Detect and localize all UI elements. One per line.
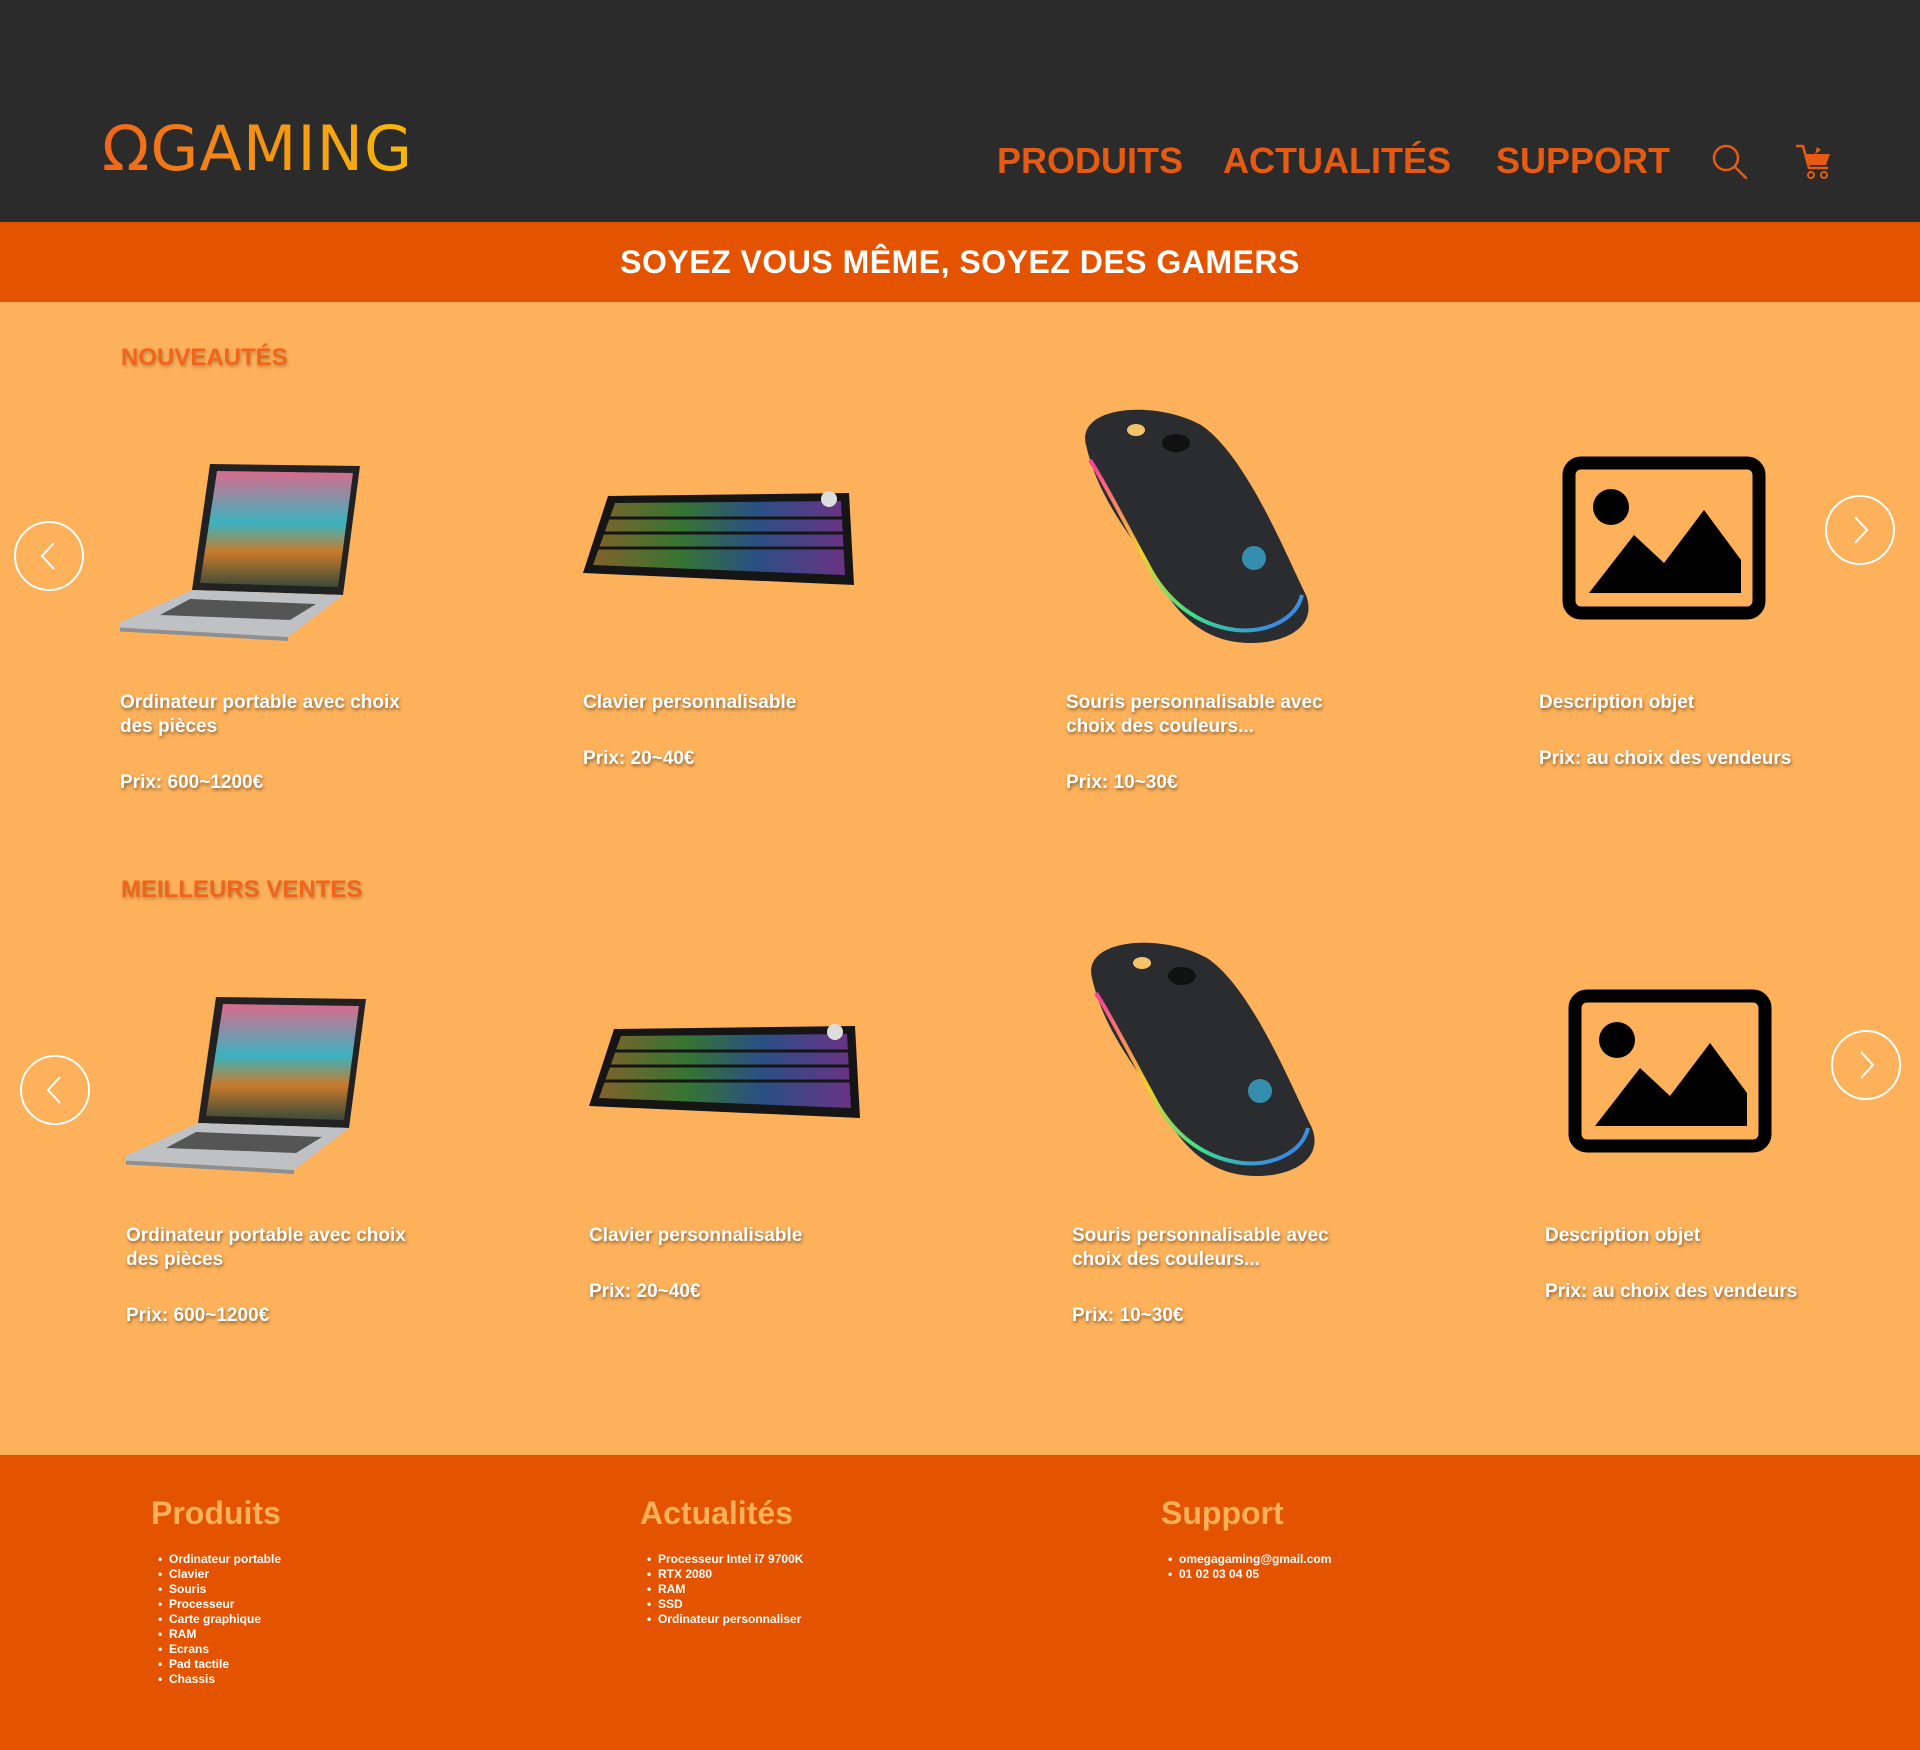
product-price: Prix: 20~40€ <box>589 1281 701 1302</box>
site-logo[interactable]: ΩGAMING <box>102 112 413 185</box>
footer-link[interactable]: Ordinateur portable <box>158 1552 281 1567</box>
footer-link[interactable]: RAM <box>158 1627 281 1642</box>
footer-list: Processeur Intel i7 9700K RTX 2080 RAM S… <box>640 1552 803 1627</box>
footer-link[interactable]: Chassis <box>158 1672 281 1687</box>
section-title-meilleurs-ventes: MEILLEURS VENTES <box>121 876 363 903</box>
product-description: Ordinateur portable avec choix des pièce… <box>120 692 400 737</box>
mouse-image[interactable] <box>1072 942 1362 1178</box>
footer-list: omegagaming@gmail.com 01 02 03 04 05 <box>1161 1552 1331 1582</box>
image-placeholder-icon[interactable] <box>1539 415 1829 645</box>
product-description: Ordinateur portable avec choix des pièce… <box>126 1225 406 1270</box>
footer-link[interactable]: Souris <box>158 1582 281 1597</box>
footer-link[interactable]: Pad tactile <box>158 1657 281 1672</box>
image-placeholder-icon[interactable] <box>1545 948 1835 1178</box>
footer-title: Actualités <box>640 1495 793 1531</box>
banner-text: SOYEZ VOUS MÊME, SOYEZ DES GAMERS <box>620 243 1300 280</box>
footer-column-support: Support omegagaming@gmail.com 01 02 03 0… <box>1161 1495 1331 1582</box>
footer-link[interactable]: Ecrans <box>158 1642 281 1657</box>
footer-link[interactable]: RAM <box>647 1582 803 1597</box>
carousel-prev-button[interactable] <box>20 1055 90 1125</box>
promo-banner: SOYEZ VOUS MÊME, SOYEZ DES GAMERS <box>0 222 1920 302</box>
product-description: Souris personnalisable avec choix des co… <box>1066 692 1323 737</box>
product-description: Clavier personnalisable <box>589 1225 803 1246</box>
footer-column-actualites: Actualités Processeur Intel i7 9700K RTX… <box>640 1495 803 1627</box>
product-description: Description objet <box>1545 1225 1701 1246</box>
footer-link[interactable]: Processeur Intel i7 9700K <box>647 1552 803 1567</box>
footer-link[interactable]: RTX 2080 <box>647 1567 803 1582</box>
product-description: Souris personnalisable avec choix des co… <box>1072 1225 1329 1270</box>
product-price: Prix: 600~1200€ <box>126 1305 270 1326</box>
product-description: Description objet <box>1539 692 1695 713</box>
product-price: Prix: 10~30€ <box>1066 772 1178 793</box>
laptop-image[interactable] <box>116 948 416 1178</box>
footer-list: Ordinateur portable Clavier Souris Proce… <box>151 1552 281 1687</box>
footer-email-link[interactable]: omegagaming@gmail.com <box>1168 1552 1331 1567</box>
nav-produits[interactable]: PRODUITS <box>997 140 1183 182</box>
product-price: Prix: 20~40€ <box>583 748 695 769</box>
nav-support[interactable]: SUPPORT <box>1496 140 1670 182</box>
cart-icon[interactable] <box>1795 142 1835 182</box>
product-price: Prix: 600~1200€ <box>120 772 264 793</box>
product-description: Clavier personnalisable <box>583 692 797 713</box>
product-price: Prix: 10~30€ <box>1072 1305 1184 1326</box>
carousel-prev-button[interactable] <box>14 521 84 591</box>
keyboard-image[interactable] <box>589 948 879 1178</box>
footer-link[interactable]: Clavier <box>158 1567 281 1582</box>
footer-link[interactable]: Processeur <box>158 1597 281 1612</box>
product-price: Prix: au choix des vendeurs <box>1545 1281 1798 1302</box>
footer-link[interactable]: Carte graphique <box>158 1612 281 1627</box>
footer-column-produits: Produits Ordinateur portable Clavier Sou… <box>151 1495 281 1687</box>
keyboard-image[interactable] <box>583 415 873 645</box>
carousel-next-button[interactable] <box>1825 495 1895 565</box>
section-title-nouveautes: NOUVEAUTÉS <box>121 344 288 371</box>
site-header: ΩGAMING PRODUITS ACTUALITÉS SUPPORT <box>0 0 1920 222</box>
footer-link[interactable]: Ordinateur personnaliser <box>647 1612 803 1627</box>
carousel-next-button[interactable] <box>1831 1030 1901 1100</box>
mouse-image[interactable] <box>1066 409 1356 645</box>
footer-phone[interactable]: 01 02 03 04 05 <box>1168 1567 1331 1582</box>
search-icon[interactable] <box>1710 142 1750 182</box>
nav-actualites[interactable]: ACTUALITÉS <box>1223 140 1451 182</box>
footer-link[interactable]: SSD <box>647 1597 803 1612</box>
laptop-image[interactable] <box>110 415 410 645</box>
footer-title: Produits <box>151 1495 281 1531</box>
product-price: Prix: au choix des vendeurs <box>1539 748 1792 769</box>
footer-title: Support <box>1161 1495 1284 1531</box>
site-footer: Produits Ordinateur portable Clavier Sou… <box>0 1455 1920 1750</box>
